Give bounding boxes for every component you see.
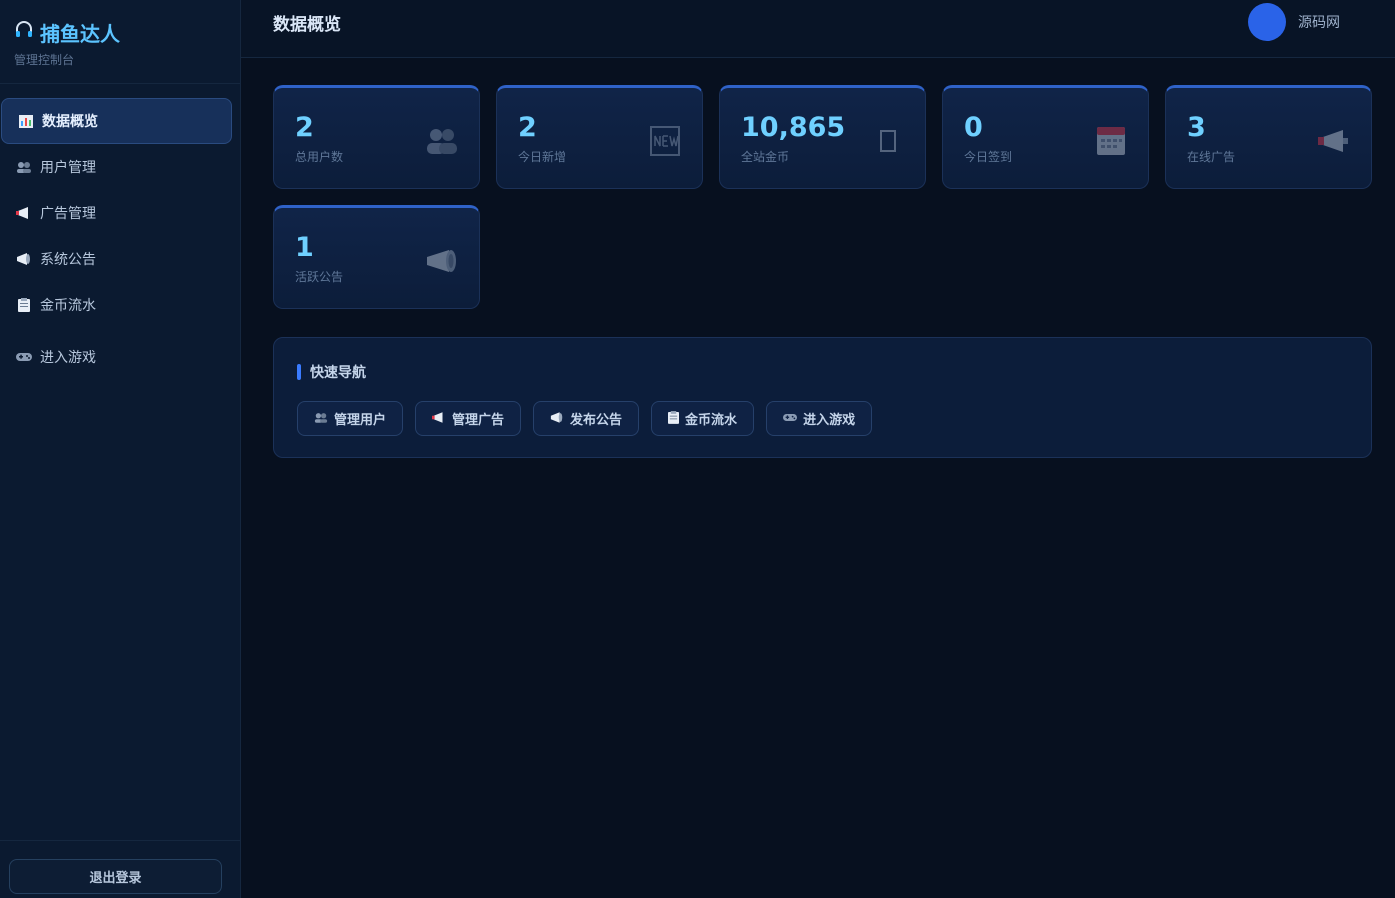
sidebar-footer: 退出登录 <box>0 840 240 898</box>
loudspeaker-icon <box>550 411 564 426</box>
brand: 捕鱼达人 管理控制台 <box>0 0 240 84</box>
users-icon <box>314 412 328 426</box>
quick-nav-title: 快速导航 <box>297 362 1348 382</box>
button-label: 管理广告 <box>452 413 505 428</box>
megaphone-icon <box>432 411 446 426</box>
sidebar-item-label: 系统公告 <box>40 252 96 268</box>
sidebar-item-label: 广告管理 <box>40 206 96 222</box>
button-label: 管理用户 <box>334 413 387 428</box>
user-menu[interactable]: 源码网 <box>1248 2 1340 41</box>
clipboard-icon <box>668 410 680 427</box>
clipboard-icon <box>16 298 32 312</box>
megaphone-icon <box>16 207 32 219</box>
stat-card-site-coins: 10,865 全站金币 <box>719 85 926 189</box>
sidebar-item-label: 数据概览 <box>42 114 98 130</box>
logout-button[interactable]: 退出登录 <box>9 859 222 894</box>
stats-grid: 2 总用户数 2 今日新增 10,865 全站金币 0 今日签到 3 在线广告 … <box>273 85 1372 309</box>
sidebar-item-label: 金币流水 <box>40 298 96 314</box>
gamepad-icon <box>783 412 798 425</box>
sidebar-item-label: 进入游戏 <box>40 350 96 366</box>
gamepad-icon <box>16 352 32 362</box>
users-icon <box>425 124 459 158</box>
calendar-icon <box>1094 124 1128 158</box>
sidebar-item-label: 用户管理 <box>40 160 96 176</box>
quick-nav-panel: 快速导航 管理用户 管理广告 发布公告 金币流水 进入游戏 <box>273 337 1372 458</box>
sidebar-item-enter-game[interactable]: 进入游戏 <box>0 334 232 380</box>
users-icon <box>16 161 32 173</box>
sidebar-nav: 数据概览 用户管理 广告管理 系统公告 金币流水 进入游戏 <box>0 84 240 380</box>
megaphone-icon <box>1317 124 1351 158</box>
brand-title: 捕鱼达人 <box>14 18 226 47</box>
button-label: 进入游戏 <box>803 413 856 428</box>
brand-subtitle: 管理控制台 <box>14 53 75 67</box>
quick-actions: 管理用户 管理广告 发布公告 金币流水 进入游戏 <box>297 401 1348 436</box>
sidebar: 捕鱼达人 管理控制台 数据概览 用户管理 广告管理 系统公告 金币流水 进入游戏… <box>0 0 241 898</box>
main-content: 数据概览 源码网 2 总用户数 2 今日新增 10,865 全站金币 0 今日签… <box>241 0 1395 898</box>
publish-announcement-button[interactable]: 发布公告 <box>533 401 640 436</box>
enter-game-button[interactable]: 进入游戏 <box>766 401 873 436</box>
loudspeaker-icon <box>16 253 32 265</box>
stat-card-total-users: 2 总用户数 <box>273 85 480 189</box>
title-accent-bar <box>297 364 301 380</box>
app: 捕鱼达人 管理控制台 数据概览 用户管理 广告管理 系统公告 金币流水 进入游戏… <box>0 0 1395 898</box>
sidebar-item-ads[interactable]: 广告管理 <box>0 190 232 236</box>
brand-name: 捕鱼达人 <box>40 22 120 46</box>
headset-icon <box>14 20 34 45</box>
sidebar-item-users[interactable]: 用户管理 <box>0 144 232 190</box>
coin-log-button[interactable]: 金币流水 <box>651 401 755 436</box>
sidebar-item-overview[interactable]: 数据概览 <box>1 98 232 144</box>
page-title: 数据概览 <box>273 15 341 35</box>
stat-card-active-announcements: 1 活跃公告 <box>273 205 480 309</box>
new-badge-icon <box>648 124 682 158</box>
chart-icon <box>18 114 34 128</box>
username: 源码网 <box>1298 14 1340 31</box>
manage-users-button[interactable]: 管理用户 <box>297 401 404 436</box>
button-label: 发布公告 <box>570 413 623 428</box>
topbar: 数据概览 源码网 <box>241 0 1395 58</box>
stat-card-online-ads: 3 在线广告 <box>1165 85 1372 189</box>
coin-icon <box>871 124 905 158</box>
manage-ads-button[interactable]: 管理广告 <box>415 401 522 436</box>
stat-card-checkin-today: 0 今日签到 <box>942 85 1149 189</box>
quick-nav-title-text: 快速导航 <box>310 365 366 381</box>
sidebar-item-announcements[interactable]: 系统公告 <box>0 236 232 282</box>
button-label: 金币流水 <box>685 413 738 428</box>
stat-card-new-today: 2 今日新增 <box>496 85 703 189</box>
loudspeaker-icon <box>425 244 459 278</box>
sidebar-item-coin-log[interactable]: 金币流水 <box>0 282 232 328</box>
avatar[interactable] <box>1248 2 1286 41</box>
